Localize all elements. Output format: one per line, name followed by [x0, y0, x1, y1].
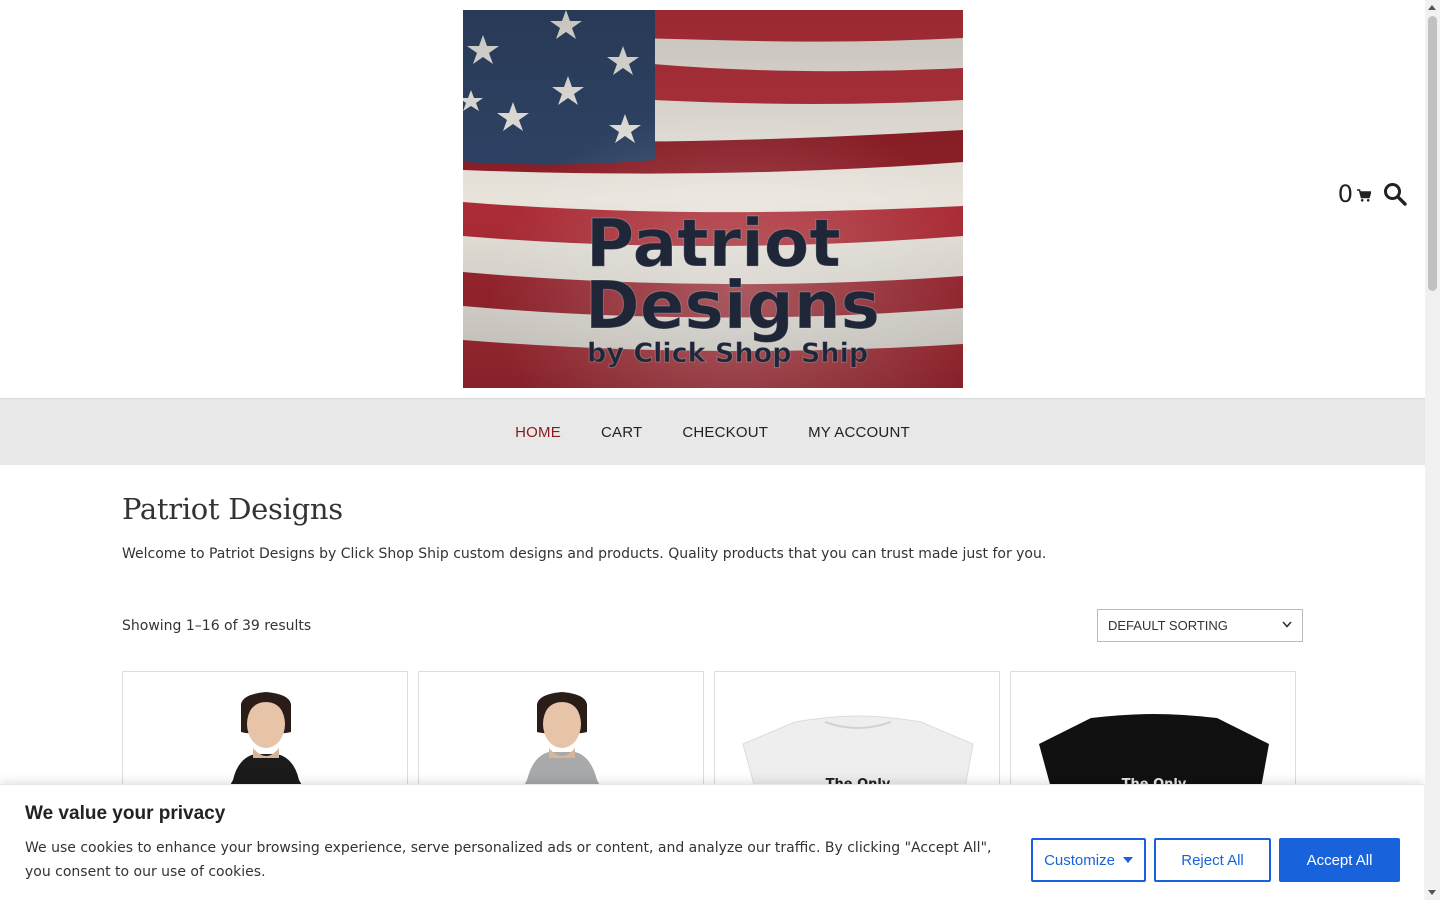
main-content: Patriot Designs Welcome to Patriot Desig…: [122, 464, 1303, 900]
nav-home[interactable]: HOME: [515, 424, 561, 441]
chevron-down-icon: [1282, 620, 1292, 631]
sort-selected-value: DEFAULT SORTING: [1108, 618, 1228, 633]
caret-down-icon: [1122, 857, 1133, 863]
cart-icon: [1357, 180, 1372, 208]
logo-line-2: Designs: [585, 267, 880, 344]
nav-checkout[interactable]: CHECKOUT: [682, 424, 768, 441]
shop-intro: Welcome to Patriot Designs by Click Shop…: [122, 546, 1047, 562]
scroll-down-arrow-icon[interactable]: [1428, 890, 1436, 895]
flag-logo-image: Patriot Designs by Click Shop Ship: [463, 10, 963, 388]
header-tools: 0: [1338, 180, 1407, 208]
nav-my-account[interactable]: MY ACCOUNT: [808, 424, 910, 441]
customize-label: Customize: [1044, 851, 1115, 869]
accept-all-button[interactable]: Accept All: [1279, 838, 1400, 882]
nav-cart[interactable]: CART: [601, 424, 642, 441]
page: Patriot Designs by Click Shop Ship 0 HOM…: [0, 0, 1425, 900]
reject-all-button[interactable]: Reject All: [1154, 838, 1271, 882]
cookie-text: We use cookies to enhance your browsing …: [25, 840, 992, 880]
site-logo[interactable]: Patriot Designs by Click Shop Ship: [463, 10, 963, 388]
cookie-consent-banner: We value your privacy We use cookies to …: [0, 784, 1424, 900]
site-header: Patriot Designs by Click Shop Ship 0: [0, 0, 1425, 398]
customize-button[interactable]: Customize: [1031, 838, 1146, 882]
header-cart-link[interactable]: 0: [1337, 180, 1372, 208]
page-title: Patriot Designs: [122, 492, 343, 526]
page-scrollbar[interactable]: [1425, 0, 1440, 900]
cookie-title: We value your privacy: [25, 803, 226, 824]
scroll-up-arrow-icon[interactable]: [1428, 5, 1436, 10]
search-icon[interactable]: [1383, 182, 1407, 206]
shop-toolbar: Showing 1–16 of 39 results DEFAULT SORTI…: [122, 609, 1303, 643]
cart-count: 0: [1337, 180, 1353, 208]
result-count: Showing 1–16 of 39 results: [122, 618, 312, 634]
main-navigation: HOME CART CHECKOUT MY ACCOUNT: [0, 398, 1425, 465]
sort-select[interactable]: DEFAULT SORTING: [1097, 609, 1303, 642]
logo-line-3: by Click Shop Ship: [587, 338, 868, 369]
scrollbar-thumb[interactable]: [1428, 16, 1437, 291]
